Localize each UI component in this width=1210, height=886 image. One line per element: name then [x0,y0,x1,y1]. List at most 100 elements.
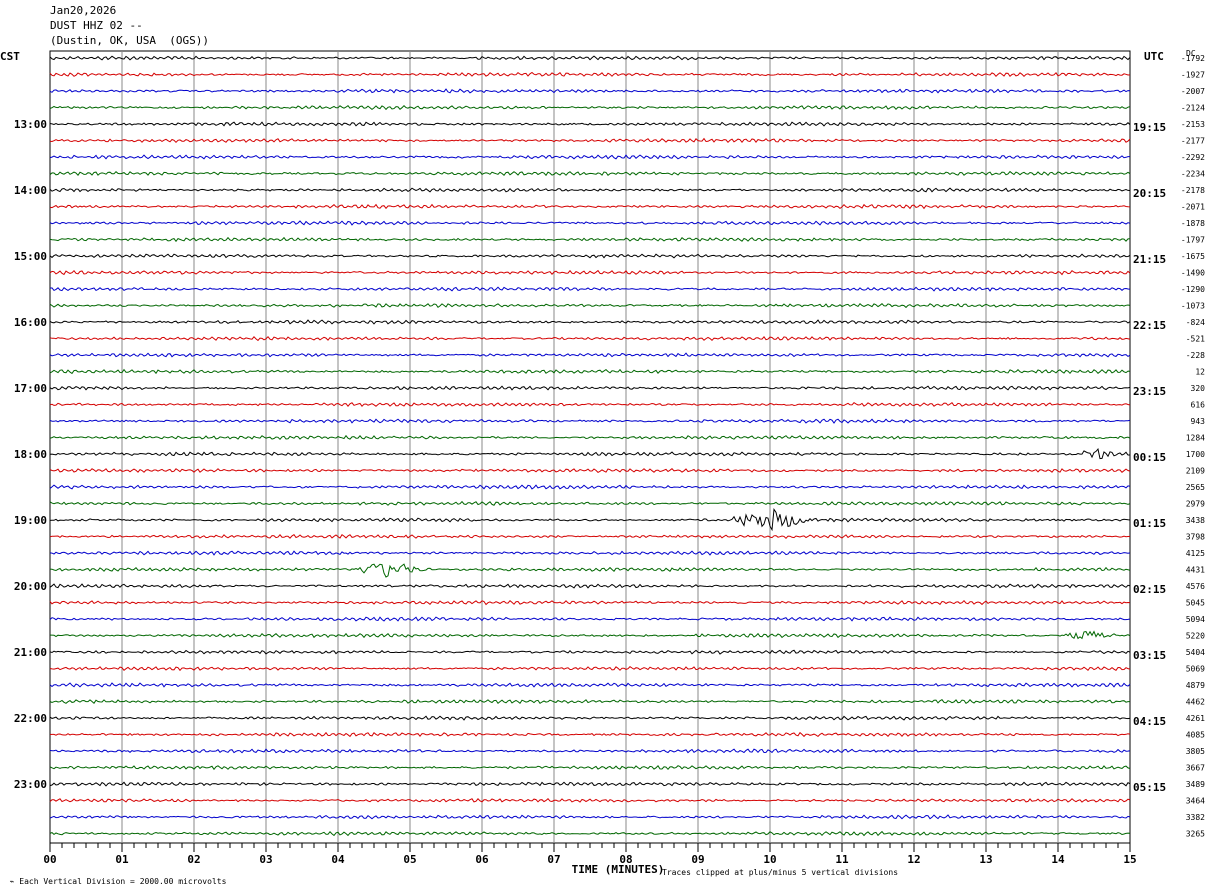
seismic-trace [49,715,1131,721]
right-hour-label: 04:15 [1133,715,1166,728]
x-tick-label: 05 [403,853,416,866]
dc-offset-label: -2292 [1181,153,1205,162]
scale-text: Each Vertical Division = 2000.00 microvo… [19,877,227,886]
seismic-trace [49,203,1131,210]
seismic-trace [49,797,1131,803]
dc-offset-label: -1927 [1181,71,1205,80]
dc-offset-label: 5045 [1186,599,1205,608]
x-tick-label: 03 [259,853,272,866]
right-hour-label: 03:15 [1133,649,1166,662]
seismic-trace [49,286,1131,292]
x-tick-label: 09 [691,853,704,866]
dc-offset-label: 5069 [1186,665,1205,674]
x-tick-label: 02 [187,853,200,866]
dc-offset-label: -2177 [1181,137,1205,146]
right-hour-label: 23:15 [1133,385,1166,398]
left-hour-label: 14:00 [14,184,47,197]
seismic-trace [49,385,1131,391]
dc-offset-label: 943 [1191,417,1206,426]
x-tick-label: 11 [835,853,849,866]
dc-offset-label: 2109 [1186,467,1205,476]
seismic-trace [49,368,1131,375]
seismic-trace [49,649,1131,655]
seismic-trace [49,484,1131,490]
dc-offset-label: -2071 [1181,203,1205,212]
x-tick-label: 01 [115,853,129,866]
dc-offset-label: -1797 [1181,236,1205,245]
dc-offset-label: 4261 [1186,714,1205,723]
seismic-trace [49,563,1131,578]
right-hour-label: 01:15 [1133,517,1166,530]
x-tick-label: 15 [1123,853,1136,866]
seismic-trace [50,630,1131,640]
seismic-trace [49,682,1131,688]
left-hour-label: 21:00 [14,646,47,659]
dc-offset-label: 3667 [1186,764,1205,773]
seismic-trace [49,533,1131,540]
dc-offset-label: 320 [1191,384,1206,393]
dc-offset-label: 2565 [1186,483,1205,492]
dc-offset-label: -2007 [1181,87,1205,96]
x-tick-label: 14 [1051,853,1065,866]
seismic-trace [49,137,1131,144]
plot-frame [49,50,1131,844]
dc-offset-label: 5220 [1186,632,1205,641]
seismic-trace [49,448,1130,460]
seismic-trace [49,666,1131,672]
dc-offset-label: 3265 [1186,830,1205,839]
seismic-trace [49,269,1131,276]
seismic-trace [49,236,1131,243]
dc-offset-label: -1792 [1181,54,1205,63]
seismic-trace [49,402,1131,407]
seismic-trace [49,187,1131,193]
seismic-trace [49,220,1131,226]
dc-offset-label: 3438 [1186,516,1205,525]
dc-offset-label: -521 [1186,335,1205,344]
seismic-trace [49,170,1131,177]
dc-offset-label: -2124 [1181,104,1205,113]
dc-offset-label: 4576 [1186,582,1205,591]
x-tick-label: 13 [979,853,992,866]
dc-offset-label: 12 [1195,368,1205,377]
dc-offset-label: 4125 [1186,549,1205,558]
left-hour-label: 18:00 [14,448,47,461]
dc-offset-label: -2153 [1181,120,1205,129]
x-axis-label: TIME (MINUTES) [572,863,665,876]
dc-offset-label: 5094 [1186,615,1205,624]
dc-offset-label: 5404 [1186,648,1205,657]
seismic-trace [49,781,1131,787]
seismic-trace [49,468,1131,474]
left-hour-label: 19:00 [14,514,47,527]
seismic-trace [49,830,1131,837]
seismic-trace [49,55,1131,61]
clip-note: Traces clipped at plus/minus 5 vertical … [662,868,899,877]
x-tick-label: 04 [331,853,345,866]
dc-offset-label: 1284 [1186,434,1205,443]
right-hour-label: 20:15 [1133,187,1166,200]
dc-offset-label: 4879 [1186,681,1205,690]
left-hour-label: 20:00 [14,580,47,593]
dc-offset-label: -1878 [1181,219,1205,228]
seismic-trace [49,599,1131,606]
right-hour-label: 19:15 [1133,121,1166,134]
seismogram-plot: 00 01 02 03 04 05 06 07 08 09 10 11 12 13 14 15TIME (MI… [14,50,1206,876]
scale-note: ⌁ Each Vertical Division = 2000.00 micro… [0,868,227,886]
seismic-trace [49,418,1131,424]
dc-offset-label: 616 [1191,401,1206,410]
right-hour-label: 02:15 [1133,583,1166,596]
dc-offset-label: 1700 [1186,450,1205,459]
right-hour-label: 00:15 [1133,451,1166,464]
left-hour-label: 13:00 [14,118,47,131]
left-hour-label: 22:00 [14,712,47,725]
scale-icon: ⌁ [9,877,20,886]
dc-offset-label: -1490 [1181,269,1205,278]
left-hour-label: 16:00 [14,316,47,329]
seismic-trace [49,814,1131,820]
dc-offset-label: 4431 [1186,566,1205,575]
seismic-trace [49,154,1130,160]
dc-offset-label: -228 [1186,351,1205,360]
dc-offset-label: -824 [1186,318,1205,327]
seismic-trace [49,71,1131,78]
seismic-trace [49,121,1131,127]
seismic-trace [49,88,1131,94]
